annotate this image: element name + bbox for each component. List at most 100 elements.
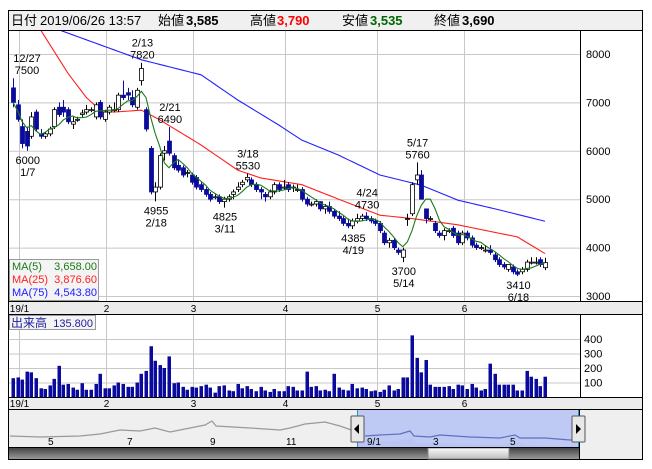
annotation-date: 4/19 bbox=[343, 245, 364, 257]
annotation-date: 4/24 bbox=[356, 187, 377, 199]
candle-body bbox=[149, 147, 154, 193]
volume-bar bbox=[323, 389, 327, 397]
candle-body bbox=[305, 198, 310, 205]
candle-body bbox=[415, 174, 420, 181]
volume-bar bbox=[52, 378, 56, 397]
candle-body bbox=[66, 109, 71, 123]
volume-tick-label: 400 bbox=[584, 334, 602, 346]
volume-bar bbox=[222, 385, 226, 397]
volume-bar bbox=[337, 387, 341, 397]
navigator-left-handle[interactable] bbox=[350, 415, 365, 443]
volume-bar bbox=[204, 384, 208, 397]
annotation-price: 3410 bbox=[506, 280, 530, 292]
volume-bar bbox=[538, 386, 542, 397]
candle-body bbox=[396, 249, 401, 253]
candle-body bbox=[213, 196, 218, 199]
volume-bar bbox=[16, 377, 20, 397]
navigator-selection[interactable] bbox=[358, 410, 578, 447]
volume-bar bbox=[456, 384, 460, 397]
volume-bar bbox=[332, 373, 336, 397]
ma75-value: 4,543.80 bbox=[54, 287, 97, 299]
candle bbox=[34, 109, 39, 132]
volume-bar bbox=[525, 370, 529, 397]
candle-body bbox=[263, 193, 268, 198]
candle-body bbox=[245, 177, 250, 181]
navigator-right-handle[interactable] bbox=[571, 415, 586, 443]
date-tick-label: 3 bbox=[191, 399, 197, 410]
volume-bar bbox=[415, 357, 419, 397]
volume-bar bbox=[520, 390, 524, 397]
stock-chart: 日付 2019/06/26 13:57 始値 3,585 高値 3,790 安値… bbox=[8, 10, 643, 460]
volume-bar bbox=[442, 386, 446, 397]
annotation-price: 4955 bbox=[144, 205, 168, 217]
volume-bar bbox=[190, 386, 194, 397]
candle-body bbox=[61, 106, 66, 113]
navigator-label: 3 bbox=[433, 437, 439, 448]
high-label: 高値 bbox=[250, 13, 276, 28]
volume-bar bbox=[534, 378, 538, 397]
candle-body bbox=[506, 264, 511, 270]
volume-bar bbox=[291, 386, 295, 397]
navigator-label: 9 bbox=[210, 437, 216, 448]
volume-bar bbox=[130, 386, 134, 397]
volume-bar bbox=[433, 386, 437, 397]
candle-body bbox=[493, 254, 498, 261]
annotation-price: 3700 bbox=[392, 266, 416, 278]
range-navigator[interactable]: 5 7 9 11 9/1 3 5 bbox=[9, 410, 642, 460]
volume-bar bbox=[149, 346, 153, 397]
volume-bar bbox=[245, 386, 249, 397]
high-low-annotation: 2/216490 bbox=[158, 102, 182, 126]
candle-body bbox=[392, 239, 397, 248]
volume-bar bbox=[94, 383, 98, 397]
volume-bar bbox=[176, 382, 180, 397]
candle bbox=[158, 153, 163, 190]
candle-body bbox=[167, 140, 172, 154]
volume-bar bbox=[57, 365, 61, 397]
high-low-annotation: 4/244730 bbox=[355, 187, 379, 211]
date-tick-label: 3 bbox=[191, 304, 197, 315]
volume-bar bbox=[139, 373, 143, 397]
candle-body bbox=[424, 208, 429, 219]
candle-body bbox=[401, 249, 406, 258]
volume-bar bbox=[185, 389, 189, 397]
volume-bar bbox=[369, 391, 373, 397]
volume-bar bbox=[460, 385, 464, 397]
annotation-date: 1/7 bbox=[20, 167, 35, 179]
volume-bar bbox=[89, 389, 93, 397]
volume-bar bbox=[66, 383, 70, 397]
candle-body bbox=[502, 264, 507, 268]
volume-bar bbox=[75, 389, 79, 397]
candle-body bbox=[282, 186, 287, 189]
volume-bar bbox=[318, 390, 322, 397]
candle-body bbox=[231, 191, 236, 195]
volume-bar bbox=[483, 389, 487, 397]
volume-bar bbox=[355, 388, 359, 397]
volume-bar bbox=[350, 383, 354, 397]
date-tick-label: 6 bbox=[462, 304, 468, 315]
scrollbar-thumb[interactable] bbox=[427, 447, 510, 460]
volume-bar bbox=[263, 390, 267, 397]
volume-legend-value: 135.800 bbox=[53, 318, 93, 330]
volume-bar bbox=[282, 391, 286, 397]
volume-bar bbox=[80, 383, 84, 397]
ma25-value: 3,876.60 bbox=[54, 274, 97, 286]
volume-bar bbox=[419, 372, 423, 397]
volume-bar bbox=[227, 390, 231, 397]
high-value: 3,790 bbox=[277, 13, 310, 28]
date-tick-label: 5 bbox=[375, 399, 381, 410]
volume-bar bbox=[71, 387, 75, 397]
annotation-date: 3/11 bbox=[215, 224, 236, 236]
volume-bar bbox=[424, 360, 428, 397]
volume-bar bbox=[373, 390, 377, 397]
volume-bar bbox=[295, 390, 299, 397]
volume-bar bbox=[401, 377, 405, 397]
navigator-label: 11 bbox=[286, 437, 297, 448]
volume-bar bbox=[428, 384, 432, 397]
volume-bar bbox=[48, 385, 52, 397]
volume-bar bbox=[360, 387, 364, 397]
volume-bar bbox=[11, 378, 15, 397]
annotation-price: 5530 bbox=[236, 161, 260, 173]
candle-body bbox=[364, 215, 369, 219]
volume-bar bbox=[107, 388, 111, 397]
candle-body bbox=[360, 215, 365, 219]
